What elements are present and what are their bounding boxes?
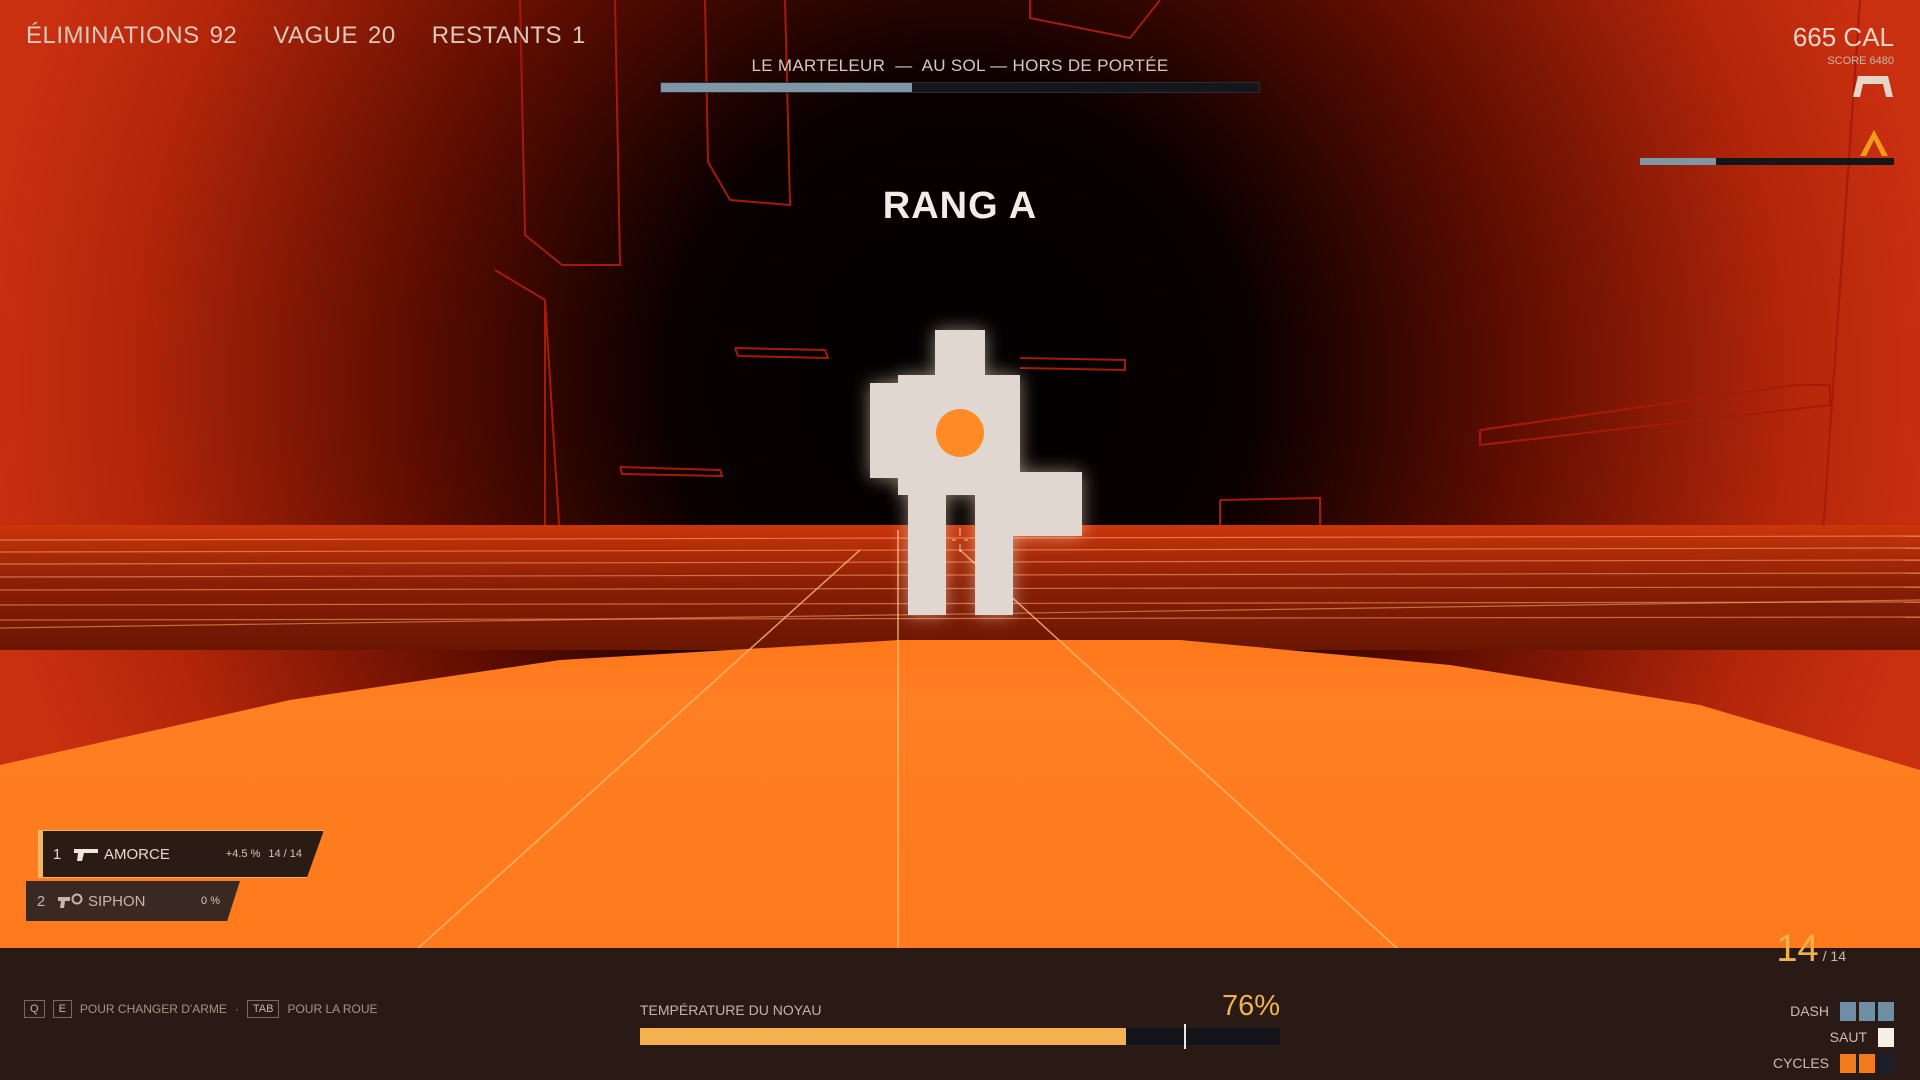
stat-remaining-value: 1	[571, 22, 586, 49]
weapon-slot-number: 2	[36, 892, 46, 910]
stat-kills-label: ÉLIMINATIONS	[26, 22, 200, 49]
boss-health-fill	[661, 83, 913, 92]
key-e: E	[52, 1000, 72, 1018]
rank-label: RANG A	[882, 185, 1038, 227]
core-temperature-label: TEMPÉRATURE DU NOYAU	[640, 1002, 822, 1018]
boss-health-bar	[660, 82, 1260, 93]
weapon-ammo: 14 / 14	[268, 848, 302, 860]
ammo-counter: 14/ 14	[1776, 928, 1846, 971]
stats-bar: ÉLIMINATIONS 92 VAGUE 20 RESTANTS 1	[26, 22, 586, 50]
cycle-pip	[1878, 1053, 1894, 1073]
stat-wave-label: VAGUE	[273, 22, 359, 49]
dash-pip	[1859, 1001, 1875, 1021]
ammo-max: / 14	[1822, 948, 1846, 964]
core-temperature-bar	[640, 1024, 1280, 1049]
dash-label: DASH	[1790, 1003, 1829, 1019]
boss-panel: LE MARTELEUR — AU SOL — HORS DE PORTÉE	[660, 56, 1260, 93]
score-value: SCORE 6480	[1827, 55, 1894, 67]
game-scene	[0, 0, 1920, 1080]
stat-remaining-label: RESTANTS	[431, 22, 562, 49]
key-tab: TAB	[246, 1000, 280, 1018]
hint-separator: ·	[234, 1002, 239, 1016]
cycle-pip	[1840, 1053, 1856, 1073]
charge-fill	[1640, 158, 1717, 165]
switch-weapon-hint: POUR CHANGER D'ARME	[79, 1002, 227, 1016]
stat-kills-value: 92	[209, 22, 238, 49]
ammo-current: 14	[1776, 928, 1819, 970]
calories-value: 665 CAL	[1792, 22, 1894, 52]
weapon-slot-2[interactable]: 2 SIPHON 0 %	[26, 881, 240, 921]
cycles-label: CYCLES	[1772, 1055, 1829, 1071]
weapon-bonus: +4.5 %	[225, 848, 261, 860]
core-temperature-percent: 76%	[1221, 990, 1280, 1022]
score-panel: 665 CAL SCORE 6480	[1793, 22, 1894, 67]
weapon-slot-1[interactable]: 1 AMORCE +4.5 % 14 / 14	[38, 830, 324, 878]
dash-pip	[1840, 1001, 1856, 1021]
jump-row: SAUT	[1734, 1024, 1894, 1050]
dash-pips	[1837, 1001, 1894, 1021]
stat-kills: ÉLIMINATIONS 92	[26, 22, 237, 50]
siphon-icon	[58, 893, 83, 908]
jump-pip	[1878, 1027, 1894, 1047]
charge-bar	[1640, 158, 1894, 165]
cycles-row: CYCLES	[1734, 1050, 1894, 1076]
weapon-slot-number: 1	[52, 845, 62, 863]
cycle-pip	[1859, 1053, 1875, 1073]
weapon-name: SIPHON	[88, 892, 146, 910]
weapon-bonus: 0 %	[201, 895, 220, 907]
stat-wave: VAGUE 20	[273, 22, 395, 50]
cycles-pips	[1837, 1053, 1894, 1073]
jump-label: SAUT	[1829, 1029, 1867, 1045]
rank-chevron-icon	[1860, 130, 1888, 156]
jump-pips	[1875, 1027, 1894, 1047]
weapon-name: AMORCE	[104, 845, 170, 863]
movement-resources: DASH SAUT CYCLES	[1734, 998, 1894, 1076]
core-temperature-fill	[640, 1028, 1127, 1045]
control-hints: Q E POUR CHANGER D'ARME · TAB POUR LA RO…	[24, 1000, 378, 1018]
enemy-core	[936, 409, 984, 457]
dash-arch-icon	[1853, 76, 1893, 97]
core-temperature-marker	[1184, 1024, 1186, 1049]
dash-pip	[1878, 1001, 1894, 1021]
stat-remaining: RESTANTS 1	[432, 22, 586, 50]
wheel-hint: POUR LA ROUE	[287, 1002, 378, 1016]
boss-status-label: LE MARTELEUR — AU SOL — HORS DE PORTÉE	[751, 56, 1169, 75]
key-q: Q	[24, 1000, 45, 1018]
pistol-icon	[74, 849, 98, 861]
core-temperature: TEMPÉRATURE DU NOYAU 76%	[640, 990, 1280, 1049]
dash-row: DASH	[1734, 998, 1894, 1024]
stat-wave-value: 20	[368, 22, 396, 49]
